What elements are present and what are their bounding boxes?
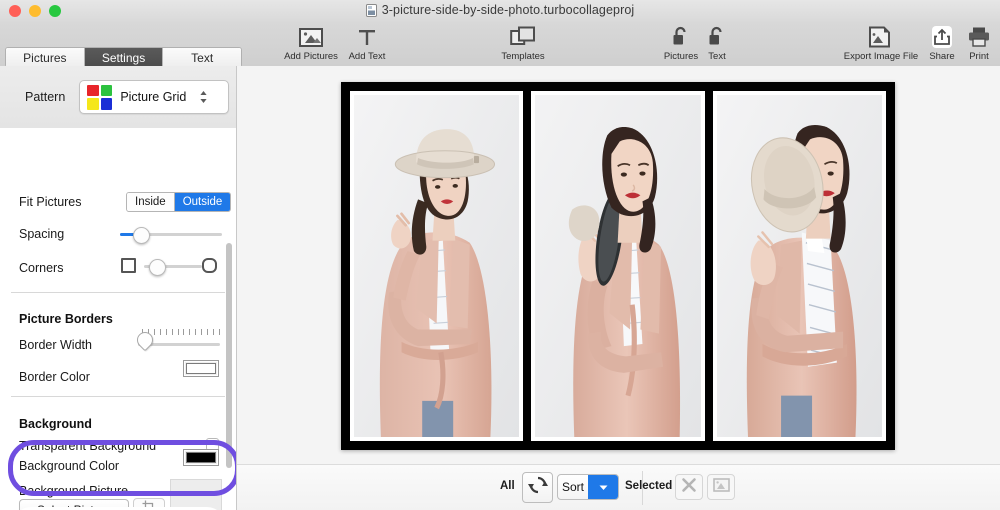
turbocollage-window: 3-picture-side-by-side-photo.turbocollag…: [0, 0, 1000, 510]
spacing-label: Spacing: [19, 227, 65, 241]
printer-icon: [967, 25, 991, 49]
toolbar-lock-pictures[interactable]: Pictures: [657, 22, 705, 66]
lock-open-icon: [708, 25, 726, 49]
toolbar-share-label: Share: [929, 51, 955, 62]
toolbar-add-text-label: Add Text: [348, 51, 386, 62]
divider: [11, 396, 225, 397]
replace-selected-picture-button[interactable]: [707, 474, 735, 500]
background-heading-row: Background: [0, 413, 236, 435]
photo-3-image: [716, 95, 882, 437]
border-width-ticks: [142, 329, 220, 335]
settings-scroll-pane: Fit Pictures Inside Outside Spacing Corn…: [0, 128, 236, 510]
panel-tabs: Pictures Settings Text: [5, 47, 242, 68]
shuffle-all-button[interactable]: [522, 472, 553, 503]
picture-grid-icon: [87, 84, 113, 110]
pattern-label: Pattern: [25, 90, 66, 104]
border-color-swatch[interactable]: [183, 360, 219, 377]
export-image-icon: [868, 25, 894, 49]
remove-selected-button[interactable]: [675, 474, 703, 500]
close-x-icon: [681, 477, 697, 498]
tab-settings-label: Settings: [101, 50, 146, 65]
picture-borders-heading: Picture Borders: [19, 312, 113, 326]
selected-label: Selected: [625, 480, 673, 492]
toolbar-export-image-file-label: Export Image File: [843, 51, 919, 62]
share-icon: [929, 25, 955, 49]
transparent-background-label: Transparent Background: [19, 439, 157, 453]
document-icon: [365, 3, 377, 17]
sidebar-scrollbar-thumb[interactable]: [226, 243, 232, 468]
photo-3[interactable]: [712, 91, 886, 441]
photo-1[interactable]: [350, 91, 524, 441]
fit-inside-label: Inside: [135, 196, 166, 208]
text-t-icon: [357, 25, 377, 49]
fit-pictures-segmented: Inside Outside: [126, 192, 232, 212]
sidebar-scrollbar[interactable]: [226, 243, 232, 468]
photo-1-image: [354, 95, 520, 437]
fit-outside-label: Outside: [182, 196, 223, 208]
background-color-label: Background Color: [19, 459, 120, 473]
corners-slider-thumb[interactable]: [148, 259, 166, 276]
background-color-swatch[interactable]: [183, 449, 219, 466]
tab-text-label: Text: [191, 50, 214, 65]
tab-text[interactable]: Text: [163, 48, 241, 67]
bottom-bar: All Sort Selected: [237, 464, 1000, 510]
background-picture-label: Background Picture: [19, 484, 129, 498]
border-color-label: Border Color: [19, 370, 90, 384]
photo-2[interactable]: [531, 91, 705, 441]
lock-open-icon: [672, 25, 690, 49]
toolbar-add-pictures[interactable]: Add Pictures: [278, 22, 344, 66]
tab-pictures[interactable]: Pictures: [6, 48, 85, 67]
toolbar-export-image-file[interactable]: Export Image File: [835, 22, 927, 66]
sort-label: Sort: [561, 480, 584, 494]
corners-slider[interactable]: [144, 258, 202, 276]
pattern-row: Pattern Picture Grid: [0, 66, 236, 129]
toolbar-lock-pictures-label: Pictures: [663, 51, 699, 62]
toolbar-templates-label: Templates: [501, 51, 545, 62]
spacing-slider-thumb[interactable]: [133, 227, 151, 244]
chevron-down-icon[interactable]: [588, 475, 618, 499]
tab-pictures-label: Pictures: [23, 50, 67, 65]
toolbar-templates[interactable]: Templates: [491, 22, 555, 66]
picture-icon: [712, 477, 730, 497]
toolbar-add-pictures-label: Add Pictures: [284, 51, 338, 62]
toolbar: Pictures Settings Text Add Pictures Add …: [0, 22, 1000, 68]
border-color-value: [186, 363, 216, 374]
title-bar: 3-picture-side-by-side-photo.turbocollag…: [0, 0, 1000, 22]
pattern-value: Picture Grid: [120, 90, 187, 104]
canvas-area[interactable]: [237, 66, 1000, 464]
toolbar-lock-text[interactable]: Text: [700, 22, 734, 66]
border-width-label: Border Width: [19, 338, 92, 352]
tab-settings[interactable]: Settings: [84, 48, 164, 67]
background-heading: Background: [19, 417, 92, 431]
shuffle-refresh-icon: [527, 475, 548, 500]
toolbar-print-label: Print: [969, 51, 989, 62]
rounded-square-icon: [202, 258, 217, 273]
toolbar-print[interactable]: Print: [960, 22, 998, 66]
all-label: All: [500, 480, 515, 492]
corners-label: Corners: [19, 261, 64, 275]
picture-icon: [299, 25, 323, 49]
sort-dropdown[interactable]: Sort: [557, 474, 619, 500]
picture-borders-heading-row: Picture Borders: [0, 308, 236, 330]
photo-2-image: [535, 95, 701, 437]
toolbar-share[interactable]: Share: [922, 22, 962, 66]
spacing-slider[interactable]: [120, 226, 222, 244]
toolbar-lock-text-label: Text: [708, 51, 726, 62]
settings-sidebar: Pattern Picture Grid Fit Pictures Inside…: [0, 66, 237, 510]
page-title: 3-picture-side-by-side-photo.turbocollag…: [381, 3, 635, 17]
square-icon: [121, 258, 136, 273]
fit-pictures-label: Fit Pictures: [19, 195, 82, 209]
pattern-select[interactable]: Picture Grid: [79, 80, 230, 114]
document-title-bar: 3-picture-side-by-side-photo.turbocollag…: [0, 3, 1000, 17]
divider: [11, 292, 225, 293]
templates-icon: [510, 25, 536, 49]
collage-canvas[interactable]: [341, 82, 895, 450]
fit-inside-option[interactable]: Inside: [127, 193, 175, 211]
toolbar-add-text[interactable]: Add Text: [344, 22, 390, 66]
background-picture-preview[interactable]: [170, 479, 222, 510]
stepper-up-down-icon[interactable]: [198, 87, 209, 107]
fit-outside-option[interactable]: Outside: [174, 193, 231, 211]
background-color-value: [186, 452, 216, 463]
